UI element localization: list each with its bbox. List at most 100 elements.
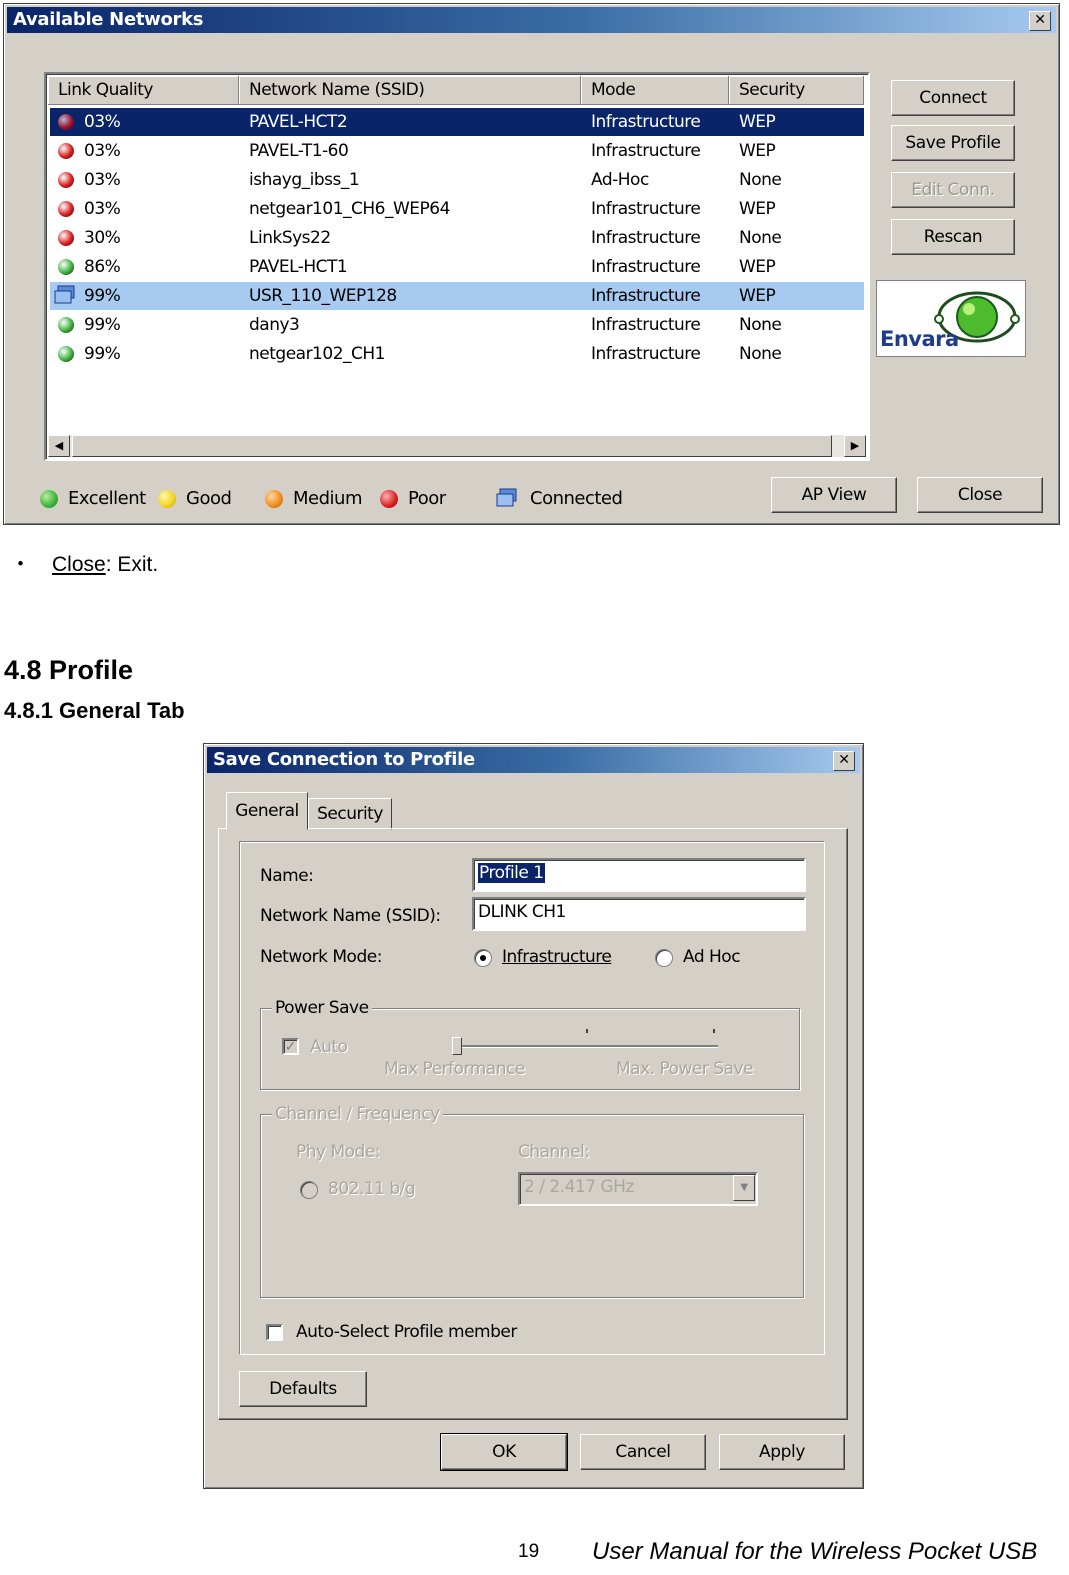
- max-power-save-label: Max. Power Save: [616, 1059, 753, 1079]
- channel-select[interactable]: 2 / 2.417 GHz ▼: [518, 1172, 758, 1206]
- cell-ssid: netgear102_CH1: [249, 344, 385, 364]
- cell-mode: Infrastructure: [591, 344, 701, 364]
- column-header-link-quality[interactable]: Link Quality: [48, 76, 239, 105]
- cell-mode: Ad-Hoc: [591, 170, 649, 190]
- table-row[interactable]: 30% LinkSys22 Infrastructure None: [50, 224, 864, 252]
- cancel-button[interactable]: Cancel: [580, 1434, 706, 1470]
- adhoc-label[interactable]: Ad Hoc: [683, 947, 741, 967]
- profile-dialog: Save Connection to Profile ✕ General Sec…: [203, 743, 864, 1489]
- cell-mode: Infrastructure: [591, 228, 701, 248]
- bullet-term: Close: [52, 553, 106, 576]
- connected-monitor-icon: [496, 488, 517, 507]
- envara-logo: Envara: [876, 280, 1026, 357]
- cell-security: WEP: [739, 199, 776, 219]
- auto-select-checkbox[interactable]: [266, 1324, 283, 1341]
- networks-list[interactable]: Link Quality Network Name (SSID) Mode Se…: [44, 72, 870, 461]
- profile-dialog-close-icon[interactable]: ✕: [833, 751, 855, 771]
- ap-view-button[interactable]: AP View: [771, 477, 897, 513]
- apply-button[interactable]: Apply: [719, 1434, 845, 1470]
- column-header-mode[interactable]: Mode: [581, 76, 729, 105]
- cell-security: WEP: [739, 286, 776, 306]
- good-dot-icon: [158, 490, 176, 508]
- cell-ssid: PAVEL-T1-60: [249, 141, 349, 161]
- profile-dialog-title: Save Connection to Profile: [213, 749, 475, 770]
- scroll-right-icon[interactable]: ▶: [844, 435, 866, 457]
- cell-security: WEP: [739, 257, 776, 277]
- subsection-heading: 4.8.1 General Tab: [4, 698, 185, 723]
- save-profile-button[interactable]: Save Profile: [891, 125, 1015, 161]
- networks-title: Available Networks: [13, 9, 204, 30]
- bullet-close-description: ・ Close: Exit.: [10, 553, 159, 576]
- phy-mode-radio[interactable]: [300, 1181, 318, 1199]
- channel-frequency-label: Channel / Frequency: [272, 1104, 443, 1124]
- connected-monitor-icon: [54, 285, 75, 304]
- cell-security: WEP: [739, 141, 776, 161]
- bullet-rest: : Exit.: [105, 553, 159, 576]
- poor-dot-icon: [58, 230, 74, 246]
- table-row[interactable]: 86% PAVEL-HCT1 Infrastructure WEP: [50, 253, 864, 281]
- cell-mode: Infrastructure: [591, 112, 701, 132]
- manual-title: User Manual for the Wireless Pocket USB: [592, 1538, 1038, 1565]
- column-header-ssid[interactable]: Network Name (SSID): [239, 76, 581, 105]
- chevron-down-icon[interactable]: ▼: [733, 1175, 755, 1201]
- auto-checkbox[interactable]: ✓: [282, 1038, 299, 1055]
- table-row[interactable]: 03% ishayg_ibss_1 Ad-Hoc None: [50, 166, 864, 194]
- horizontal-scrollbar[interactable]: ◀ ▶: [48, 435, 866, 457]
- cell-quality: 99%: [84, 344, 121, 364]
- poor-dot-icon: [380, 490, 398, 508]
- excellent-dot-icon: [58, 317, 74, 333]
- cell-quality: 03%: [84, 141, 121, 161]
- adhoc-radio[interactable]: [655, 949, 673, 967]
- scroll-left-icon[interactable]: ◀: [48, 435, 70, 457]
- name-input[interactable]: Profile 1: [472, 858, 806, 892]
- table-row[interactable]: 99% USR_110_WEP128 Infrastructure WEP: [50, 282, 864, 310]
- defaults-button[interactable]: Defaults: [239, 1371, 367, 1407]
- page-number: 19: [518, 1541, 540, 1562]
- table-row[interactable]: 03% PAVEL-T1-60 Infrastructure WEP: [50, 137, 864, 165]
- ssid-label: Network Name (SSID):: [260, 906, 441, 926]
- rescan-button[interactable]: Rescan: [891, 219, 1015, 255]
- table-row[interactable]: 99% netgear102_CH1 Infrastructure None: [50, 340, 864, 368]
- profile-dialog-titlebar: Save Connection to Profile ✕: [207, 747, 860, 773]
- channel-label: Channel:: [518, 1142, 590, 1162]
- medium-dot-icon: [265, 490, 283, 508]
- poor-dot-icon: [58, 114, 74, 130]
- ok-button[interactable]: OK: [440, 1433, 568, 1471]
- ssid-input[interactable]: DLINK CH1: [472, 897, 806, 931]
- cell-security: None: [739, 344, 782, 364]
- available-networks-window: Available Networks ✕ Link Quality Networ…: [3, 3, 1060, 525]
- cell-quality: 30%: [84, 228, 121, 248]
- phy-mode-label: Phy Mode:: [296, 1142, 381, 1162]
- cell-ssid: PAVEL-HCT1: [249, 257, 348, 277]
- table-row[interactable]: 99% dany3 Infrastructure None: [50, 311, 864, 339]
- cell-mode: Infrastructure: [591, 257, 701, 277]
- cell-quality: 03%: [84, 170, 121, 190]
- power-save-slider[interactable]: [452, 1029, 718, 1055]
- cell-security: None: [739, 315, 782, 335]
- excellent-dot-icon: [58, 259, 74, 275]
- connect-button[interactable]: Connect: [891, 80, 1015, 116]
- column-header-security[interactable]: Security: [729, 76, 864, 105]
- close-button[interactable]: Close: [917, 477, 1043, 513]
- networks-titlebar: Available Networks ✕: [7, 7, 1056, 33]
- table-row[interactable]: 03% PAVEL-HCT2 Infrastructure WEP: [50, 108, 864, 136]
- infrastructure-radio[interactable]: [474, 949, 492, 967]
- tab-security[interactable]: Security: [308, 798, 392, 830]
- section-heading: 4.8 Profile: [4, 655, 134, 685]
- cell-ssid: netgear101_CH6_WEP64: [249, 199, 450, 219]
- auto-select-label[interactable]: Auto-Select Profile member: [296, 1322, 517, 1342]
- slider-track: [456, 1045, 718, 1048]
- envara-logo-text: Envara: [880, 327, 959, 351]
- tab-general[interactable]: General: [226, 792, 308, 830]
- edit-conn-button[interactable]: Edit Conn.: [891, 172, 1015, 208]
- max-performance-label: Max Performance: [384, 1059, 525, 1079]
- networks-close-icon[interactable]: ✕: [1029, 11, 1051, 31]
- excellent-dot-icon: [40, 490, 58, 508]
- slider-thumb[interactable]: [452, 1037, 462, 1055]
- infrastructure-label[interactable]: Infrastructure: [502, 947, 612, 967]
- cell-security: WEP: [739, 112, 776, 132]
- cell-mode: Infrastructure: [591, 315, 701, 335]
- phy-mode-value: 802.11 b/g: [328, 1179, 416, 1199]
- scroll-thumb[interactable]: [72, 435, 832, 457]
- table-row[interactable]: 03% netgear101_CH6_WEP64 Infrastructure WEP: [50, 195, 864, 223]
